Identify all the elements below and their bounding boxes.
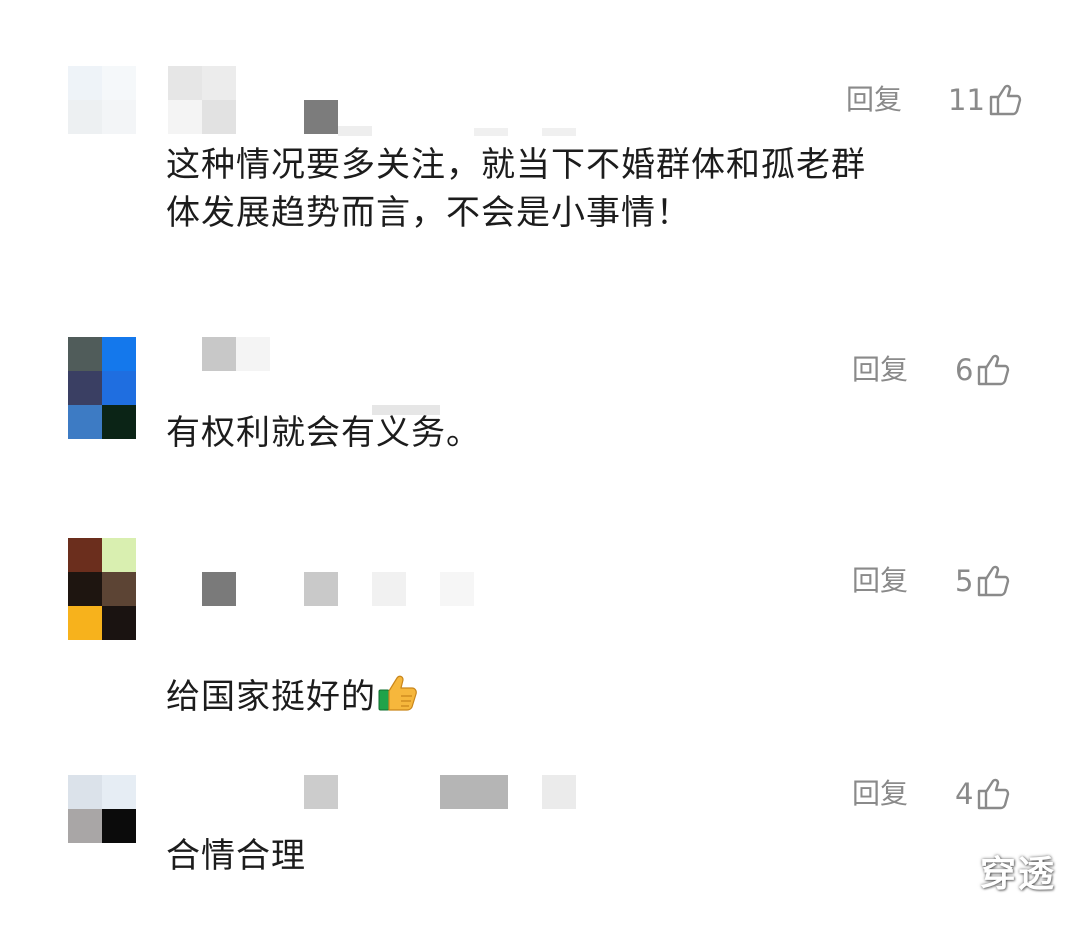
reply-button[interactable]: 回复: [852, 352, 908, 388]
comment-text: 合情合理: [166, 836, 306, 876]
comment-text: 这种情况要多关注，就当下不婚群体和孤老群 体发展趋势而言，不会是小事情！: [166, 145, 866, 233]
username-blurred[interactable]: [168, 66, 588, 136]
reply-button[interactable]: 回复: [852, 776, 908, 812]
like-count: 11: [948, 83, 985, 117]
thumbs-up-icon: [978, 354, 1010, 386]
avatar[interactable]: [68, 337, 136, 439]
reply-button[interactable]: 回复: [852, 563, 908, 599]
username-blurred[interactable]: [168, 775, 588, 809]
thumbs-up-icon: [978, 778, 1010, 810]
avatar[interactable]: [68, 66, 136, 134]
like-count: 5: [955, 564, 974, 598]
like-button[interactable]: 6: [955, 352, 1011, 388]
thumbs-up-icon: [989, 84, 1022, 116]
like-count: 6: [955, 353, 974, 387]
username-blurred[interactable]: [168, 572, 488, 606]
like-button[interactable]: 4: [955, 776, 1011, 812]
watermark: 穿透: [979, 854, 1056, 895]
thumbs-up-emoji-icon: [378, 675, 417, 711]
comment-text: 有权利就会有义务。: [166, 413, 481, 453]
reply-button[interactable]: 回复: [846, 82, 902, 118]
thumbs-up-icon: [978, 565, 1010, 597]
like-count: 4: [955, 777, 974, 811]
like-button[interactable]: 5: [955, 563, 1011, 599]
like-button[interactable]: 11: [948, 82, 1023, 118]
comment-text: 给国家挺好的: [166, 622, 420, 721]
comment-text-content: 给国家挺好的: [166, 677, 376, 717]
username-blurred[interactable]: [168, 337, 448, 417]
avatar[interactable]: [68, 538, 136, 640]
avatar[interactable]: [68, 775, 136, 843]
